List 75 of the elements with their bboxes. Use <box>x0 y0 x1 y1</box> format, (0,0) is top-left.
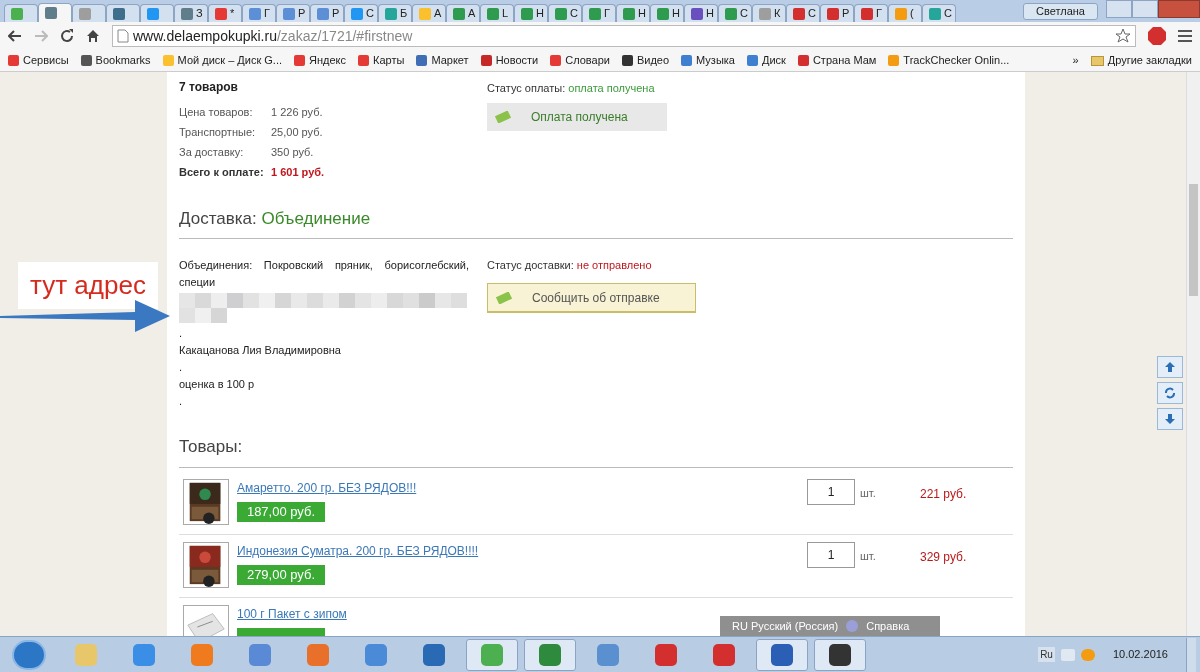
delivery-text: оценка в 100 р <box>179 376 256 392</box>
separator-dot: . <box>179 393 184 409</box>
line-total: 329 руб. <box>920 549 967 566</box>
browser-tab[interactable]: Р <box>276 4 310 22</box>
cost-value: 350 руб. <box>271 144 314 160</box>
bookmark[interactable]: TrackChecker Onlin... <box>888 52 1010 69</box>
bookmark[interactable]: Музыка <box>681 52 735 69</box>
cost-value: 1 226 руб. <box>271 104 323 120</box>
browser-tab[interactable]: К <box>752 4 786 22</box>
browser-tab[interactable]: Н <box>514 4 548 22</box>
bookmark[interactable]: Новости <box>480 52 539 69</box>
line-total: 221 руб. <box>920 486 967 503</box>
unit-label: шт. <box>860 486 877 501</box>
browser-tab[interactable]: С <box>718 4 752 22</box>
product-link[interactable]: Индонезия Суматра. 200 гр. БЕЗ РЯДОВ!!!! <box>237 542 479 560</box>
browser-tab[interactable]: А <box>446 4 480 22</box>
product-link[interactable]: Амаретто. 200 гр. БЕЗ РЯДОВ!!! <box>237 479 417 497</box>
browser-tab[interactable]: А <box>412 4 446 22</box>
price-badge: 279,00 руб. <box>237 565 325 585</box>
bookmark[interactable]: Страна Мам <box>797 52 877 69</box>
bookmark[interactable]: Диск <box>747 52 786 69</box>
separator-dot: . <box>179 359 184 375</box>
cost-label: Транспортные: <box>179 124 257 140</box>
address-field[interactable]: www.delaempokupki.ru/zakaz/1721/#firstnew <box>112 25 1136 47</box>
more-bookmarks-button[interactable]: » <box>1072 52 1079 69</box>
bookmark[interactable]: Словари <box>550 52 610 69</box>
clock-date[interactable]: 10.02.2016 <box>1112 646 1168 663</box>
bookmark[interactable]: Видео <box>621 52 670 69</box>
browser-tab[interactable]: ( <box>888 4 922 22</box>
delivery-text: Какацанова Лия Владимировна <box>179 342 342 358</box>
total-value: 1 601 руб. <box>271 164 325 180</box>
bookmark[interactable]: Карты <box>358 52 405 69</box>
cost-value: 25,00 руб. <box>271 124 323 140</box>
browser-tab[interactable]: Б <box>378 4 412 22</box>
report-shipment-button[interactable]: Сообщить об отправке <box>487 283 696 313</box>
payment-received-button[interactable]: Оплата получена <box>487 102 667 131</box>
order-count: 7 товаров <box>179 79 239 96</box>
unit-label: шт. <box>860 549 877 564</box>
browser-tab[interactable]: L <box>480 4 514 22</box>
browser-tab[interactable]: Р <box>310 4 344 22</box>
browser-tab[interactable]: Н <box>650 4 684 22</box>
price-badge: 187,00 руб. <box>237 502 325 522</box>
cost-label: Цена товаров: <box>179 104 254 120</box>
annotation-label: тут адрес <box>18 262 158 309</box>
product-link[interactable]: 100 г Пакет с зипом <box>237 605 347 623</box>
browser-tab[interactable]: Р <box>820 4 854 22</box>
delivery-note: Объединения: Покровский пряник, борисоглебский, специи <box>179 257 469 290</box>
browser-tab[interactable]: Г <box>242 4 276 22</box>
browser-tab[interactable]: Г <box>854 4 888 22</box>
separator-dot: . <box>179 325 184 341</box>
bookmark[interactable]: Мой диск – Диск G... <box>162 52 282 69</box>
payment-status: Статус оплаты: оплата получена <box>487 81 656 96</box>
bookmark[interactable]: Маркет <box>416 52 469 69</box>
quantity-field[interactable]: 1 <box>807 479 855 505</box>
user-button[interactable]: Светлана <box>1023 2 1098 20</box>
browser-tab[interactable]: С <box>922 4 956 22</box>
bookmark[interactable]: Сервисы <box>8 52 69 69</box>
delivery-status: Статус доставки: не отправлено <box>487 257 653 273</box>
other-bookmarks-folder[interactable]: Другие закладки <box>1090 52 1192 69</box>
products-heading: Товары: <box>179 436 243 456</box>
cost-label: За доставку: <box>179 144 245 160</box>
browser-tab[interactable]: С <box>344 4 378 22</box>
language-indicator[interactable]: Ru <box>1038 647 1055 662</box>
browser-tab[interactable]: * <box>208 4 242 22</box>
browser-tab[interactable]: Н <box>684 4 718 22</box>
quantity-field[interactable]: 1 <box>807 542 855 568</box>
browser-tab[interactable]: Н <box>616 4 650 22</box>
bookmark[interactable]: Bookmarks <box>80 52 151 69</box>
browser-tab[interactable]: С <box>548 4 582 22</box>
browser-tab[interactable]: С <box>786 4 820 22</box>
browser-tab[interactable]: З <box>174 4 208 22</box>
bookmark[interactable]: Яндекс <box>294 52 346 69</box>
total-label: Всего к оплате: <box>179 164 265 180</box>
delivery-heading: Доставка: Объединение <box>179 209 371 228</box>
browser-tab[interactable]: Г <box>582 4 616 22</box>
